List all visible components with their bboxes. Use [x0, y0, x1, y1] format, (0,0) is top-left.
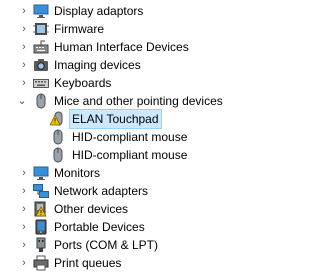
chevron-right-icon[interactable]: ›	[17, 2, 31, 20]
tree-item-elan-touchpad[interactable]: ELAN Touchpad	[0, 109, 328, 129]
portable-device-icon	[33, 219, 49, 235]
tree-item-label: Network adapters	[54, 184, 149, 198]
chevron-right-icon[interactable]: ›	[17, 254, 31, 272]
firmware-icon	[33, 21, 49, 37]
tree-item-label: Keyboards	[54, 76, 112, 90]
chevron-right-icon[interactable]: ›	[17, 74, 31, 92]
tree-item-label: Portable Devices	[54, 220, 145, 234]
printer-icon	[33, 255, 49, 271]
tree-item-imaging-devices[interactable]: › Imaging devices	[0, 56, 328, 74]
tree-item-label: Firmware	[54, 22, 104, 36]
chevron-right-icon[interactable]: ›	[17, 20, 31, 38]
network-icon	[33, 183, 49, 199]
tree-item-portable-devices[interactable]: › Portable Devices	[0, 218, 328, 236]
chevron-right-icon[interactable]: ›	[17, 56, 31, 74]
tree-item-label: ELAN Touchpad	[69, 109, 162, 129]
tree-item-firmware[interactable]: › Firmware	[0, 20, 328, 38]
tree-item-monitors[interactable]: › Monitors	[0, 164, 328, 182]
chevron-right-icon[interactable]: ›	[17, 182, 31, 200]
chevron-right-icon[interactable]: ›	[17, 164, 31, 182]
mouse-icon	[50, 147, 66, 163]
tree-item-label: HID-compliant mouse	[72, 130, 188, 144]
tree-item-label: Mice and other pointing devices	[54, 94, 223, 108]
tree-item-other-devices[interactable]: › Other devices	[0, 200, 328, 218]
tree-item-label: Monitors	[54, 166, 101, 180]
keyboard-icon	[33, 75, 49, 91]
other-devices-icon	[33, 201, 49, 217]
tree-item-label: Imaging devices	[54, 58, 141, 72]
hid-icon	[33, 39, 49, 55]
tree-item-label: Print queues	[54, 256, 122, 270]
tree-item-human-interface-devices[interactable]: › Human Interface Devices	[0, 38, 328, 56]
tree-item-network-adapters[interactable]: › Network adapters	[0, 182, 328, 200]
tree-item-ports-com-lpt[interactable]: › Ports (COM & LPT)	[0, 236, 328, 254]
chevron-right-icon[interactable]: ›	[17, 218, 31, 236]
camera-icon	[33, 57, 49, 73]
warning-icon	[50, 111, 66, 127]
tree-item-hid-compliant-mouse[interactable]: HID-compliant mouse	[0, 146, 328, 164]
display-adapter-icon	[33, 3, 49, 19]
tree-item-mice-and-other-pointing-devices[interactable]: ⌄ Mice and other pointing devices	[0, 92, 328, 110]
tree-item-label: HID-compliant mouse	[72, 148, 188, 162]
tree-item-display-adaptors[interactable]: › Display adaptors	[0, 2, 328, 20]
monitor-icon	[33, 165, 49, 181]
tree-item-label: Human Interface Devices	[54, 40, 189, 54]
device-tree: › Display adaptors › Firmware › Human In…	[0, 0, 328, 276]
tree-item-label: Other devices	[54, 202, 129, 216]
chevron-right-icon[interactable]: ›	[17, 236, 31, 254]
tree-item-keyboards[interactable]: › Keyboards	[0, 74, 328, 92]
port-icon	[33, 237, 49, 253]
chevron-right-icon[interactable]: ›	[17, 38, 31, 56]
tree-item-print-queues[interactable]: › Print queues	[0, 254, 328, 272]
tree-item-label: Display adaptors	[54, 4, 144, 18]
chevron-down-icon[interactable]: ⌄	[15, 92, 29, 110]
mouse-icon	[50, 129, 66, 145]
tree-item-hid-compliant-mouse[interactable]: HID-compliant mouse	[0, 128, 328, 146]
tree-item-label: Ports (COM & LPT)	[54, 238, 159, 252]
chevron-right-icon[interactable]: ›	[17, 200, 31, 218]
mouse-icon	[33, 93, 49, 109]
